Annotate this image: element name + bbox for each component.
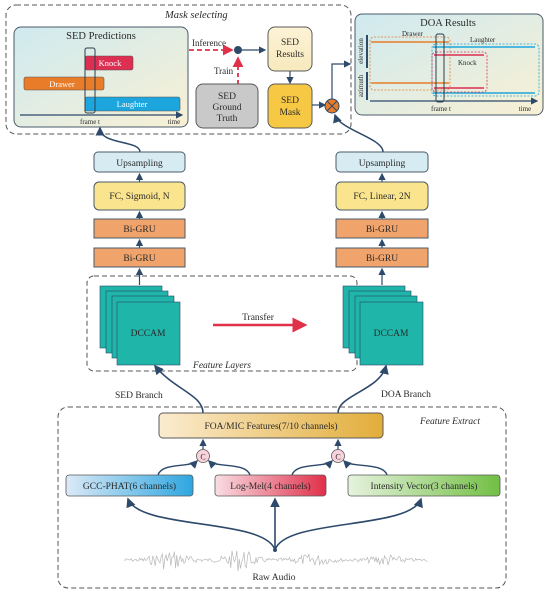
sed-branch-label: SED Branch xyxy=(115,391,163,401)
transfer-label: Transfer xyxy=(242,312,275,323)
frame-t-label: frame t xyxy=(80,118,100,126)
svg-text:FOA/MIC Features(7/10 channels: FOA/MIC Features(7/10 channels) xyxy=(205,421,338,432)
log-mel-box: Log-Mel(4 channels) xyxy=(214,474,327,497)
doa-branch-label: DOA Branch xyxy=(381,390,431,400)
svg-text:Intensity Vector(3 channels): Intensity Vector(3 channels) xyxy=(371,481,478,492)
sed-predictions-panel: SED Predictions Knock Drawer Laughter fr… xyxy=(13,26,189,128)
svg-text:Bi-GRU: Bi-GRU xyxy=(366,225,398,235)
doa-dccam-label: DCCAM xyxy=(374,329,409,339)
raw-audio-waveform xyxy=(123,550,428,572)
svg-text:time: time xyxy=(519,105,531,113)
sed-dccam-label: DCCAM xyxy=(131,329,166,339)
raw-to-intensity-arrow xyxy=(274,497,423,551)
gcc-phat-box: GCC-PHAT(6 channels) xyxy=(65,474,194,497)
elevation-label: elevation xyxy=(357,38,365,64)
inference-label: Inference xyxy=(192,38,226,48)
svg-text:SED: SED xyxy=(281,38,299,48)
sed-results-box: SED Results xyxy=(267,26,313,72)
drawer-label: Drawer xyxy=(49,79,75,89)
svg-text:SED: SED xyxy=(218,92,236,102)
svg-text:C: C xyxy=(335,453,340,462)
feature-extract-label: Feature Extract xyxy=(419,417,480,427)
raw-to-gcc-arrow xyxy=(126,497,276,551)
doa-branch-stack: Upsampling FC, Linear, 2N Bi-GRU Bi-GRU xyxy=(335,151,429,285)
concat-icon-right: C xyxy=(331,449,345,463)
svg-text:Results: Results xyxy=(276,50,304,60)
multiply-icon xyxy=(324,98,340,114)
intensity-vector-box: Intensity Vector(3 channels) xyxy=(347,474,501,497)
sed-predictions-title: SED Predictions xyxy=(66,31,136,42)
svg-text:Upsampling: Upsampling xyxy=(359,159,406,169)
svg-text:Ground: Ground xyxy=(212,103,241,113)
svg-text:Laughter: Laughter xyxy=(470,36,496,44)
svg-text:Upsampling: Upsampling xyxy=(116,159,163,169)
sed-dccam-stack: DCCAM xyxy=(99,285,181,366)
svg-text:Bi-GRU: Bi-GRU xyxy=(123,225,155,235)
doa-results-title: DOA Results xyxy=(420,18,476,29)
architecture-diagram: Mask selecting SED Predictions Knock Dra… xyxy=(5,4,544,589)
time-label: time xyxy=(168,118,180,126)
feature-layers-label: Feature Layers xyxy=(192,361,251,371)
svg-text:FC, Sigmoid, N: FC, Sigmoid, N xyxy=(109,192,169,202)
azimuth-label: azimuth xyxy=(357,74,365,97)
svg-text:Log-Mel(4 channels): Log-Mel(4 channels) xyxy=(230,481,310,492)
svg-text:FC, Linear, 2N: FC, Linear, 2N xyxy=(353,192,410,202)
foa-to-sed-dccam-arrow xyxy=(153,364,204,414)
svg-text:GCC-PHAT(6 channels): GCC-PHAT(6 channels) xyxy=(83,481,176,492)
mask-selecting-label: Mask selecting xyxy=(164,10,228,21)
svg-text:Bi-GRU: Bi-GRU xyxy=(366,254,398,264)
svg-text:Bi-GRU: Bi-GRU xyxy=(123,254,155,264)
laughter-label: Laughter xyxy=(117,99,148,109)
sed-mask-box: SED Mask xyxy=(267,83,313,129)
svg-text:Mask: Mask xyxy=(279,108,300,118)
doa-upsampling-to-multiply-arrow xyxy=(333,113,384,153)
svg-text:Truth: Truth xyxy=(217,114,238,124)
knock-label: Knock xyxy=(99,58,122,68)
sed-upsampling-to-predictions-arrow xyxy=(95,126,141,153)
svg-text:SED: SED xyxy=(281,96,299,106)
junction-dot xyxy=(234,46,242,54)
svg-text:frame t: frame t xyxy=(431,105,451,113)
foa-mic-features-box: FOA/MIC Features(7/10 channels) xyxy=(158,412,384,439)
svg-text:Drawer: Drawer xyxy=(402,30,424,38)
sed-branch-stack: Upsampling FC, Sigmoid, N Bi-GRU Bi-GRU xyxy=(93,151,186,285)
train-label: Train xyxy=(214,66,234,76)
svg-text:Knock: Knock xyxy=(458,59,477,67)
waveform-path xyxy=(123,550,428,572)
foa-to-doa-dccam-arrow xyxy=(337,364,389,414)
doa-results-panel: DOA Results elevation azimuth Drawer Lau… xyxy=(354,13,544,116)
svg-text:C: C xyxy=(200,453,205,462)
sed-ground-truth-box: SED Ground Truth xyxy=(195,83,259,129)
doa-dccam-stack: DCCAM xyxy=(342,285,424,366)
multiply-to-doa-arrow xyxy=(331,60,352,99)
raw-audio-label: Raw Audio xyxy=(252,573,295,583)
concat-icon-left: C xyxy=(196,449,210,463)
